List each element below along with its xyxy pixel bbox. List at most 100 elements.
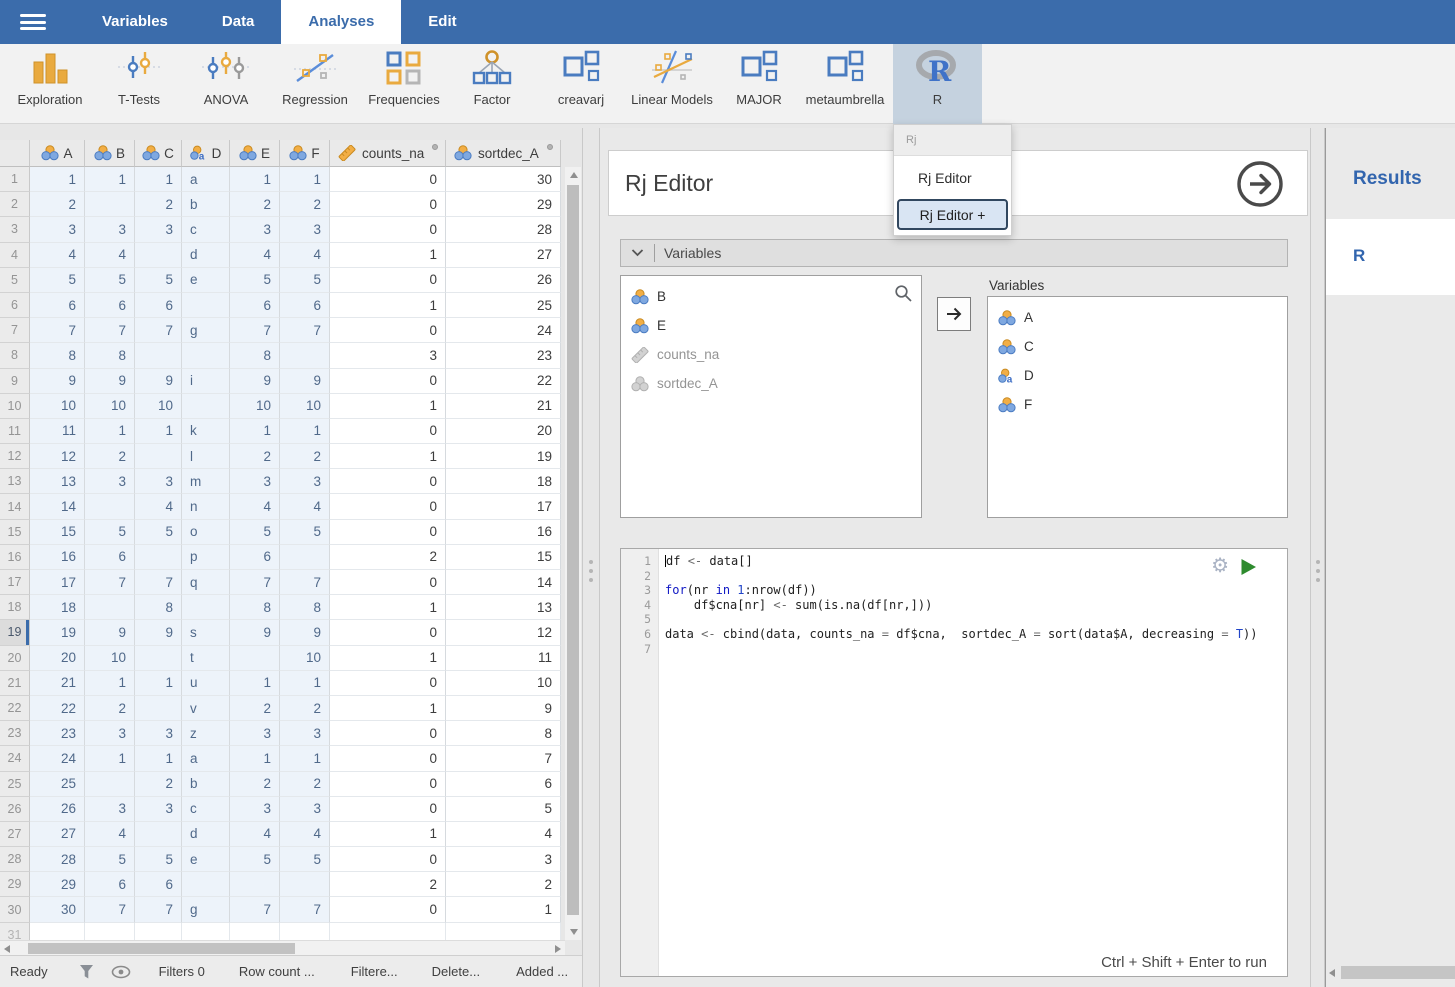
cell[interactable]: 23 [446, 343, 561, 368]
ribbon-button-anova[interactable]: ANOVA [184, 44, 268, 124]
cell[interactable]: 27 [30, 822, 85, 847]
cell[interactable]: 9 [280, 369, 330, 394]
hamburger-menu-icon[interactable] [20, 14, 46, 30]
ribbon-button-frequencies[interactable]: Frequencies [360, 44, 448, 124]
cell[interactable]: 2 [30, 192, 85, 217]
status-item[interactable]: Filters 0 [159, 964, 205, 979]
cell[interactable]: 6 [230, 545, 280, 570]
cell[interactable]: 9 [30, 369, 85, 394]
cell[interactable]: 3 [230, 721, 280, 746]
cell[interactable]: 1 [135, 671, 182, 696]
row-header-22[interactable]: 22 [0, 696, 30, 721]
cell[interactable]: 6 [85, 293, 135, 318]
cell[interactable]: 3 [135, 469, 182, 494]
search-icon[interactable] [894, 284, 913, 308]
cell[interactable]: 8 [230, 595, 280, 620]
variable-item-E[interactable]: E [621, 311, 921, 340]
cell[interactable] [135, 545, 182, 570]
cell[interactable]: 6 [135, 872, 182, 897]
scroll-left-arrow-icon[interactable] [4, 945, 10, 953]
cell[interactable]: 1 [230, 419, 280, 444]
column-header-A[interactable]: A [30, 140, 85, 167]
column-header-counts_na[interactable]: counts_na [330, 140, 446, 167]
cell[interactable]: 26 [446, 268, 561, 293]
cell[interactable]: 0 [330, 797, 446, 822]
cell[interactable]: 10 [280, 646, 330, 671]
cell[interactable]: 6 [135, 293, 182, 318]
variable-item-C[interactable]: C [988, 332, 1287, 361]
cell[interactable]: 1 [280, 419, 330, 444]
row-header-10[interactable]: 10 [0, 394, 30, 419]
row-header-1[interactable]: 1 [0, 167, 30, 192]
cell[interactable]: 0 [330, 520, 446, 545]
cell[interactable]: 5 [85, 847, 135, 872]
available-variables-list[interactable]: BEcounts_nasortdec_A [620, 275, 922, 518]
cell[interactable]: 8 [135, 595, 182, 620]
cell[interactable]: b [182, 772, 230, 797]
cell[interactable]: 7 [85, 897, 135, 922]
cell[interactable]: 13 [30, 469, 85, 494]
cell[interactable]: 0 [330, 419, 446, 444]
code-line-7[interactable] [665, 642, 1283, 657]
results-scroll-thumb[interactable] [1341, 966, 1455, 979]
cell[interactable]: 1 [330, 646, 446, 671]
cell[interactable]: 5 [135, 847, 182, 872]
cell[interactable]: 0 [330, 897, 446, 922]
cell[interactable]: 0 [330, 620, 446, 645]
cell[interactable] [135, 696, 182, 721]
cell[interactable]: 9 [280, 620, 330, 645]
horizontal-scrollbar[interactable] [0, 940, 565, 955]
cell[interactable]: 8 [30, 343, 85, 368]
row-header-13[interactable]: 13 [0, 469, 30, 494]
cell[interactable]: 22 [30, 696, 85, 721]
cell[interactable]: b [182, 192, 230, 217]
cell[interactable]: 7 [135, 570, 182, 595]
code-line-4[interactable]: df$cna[nr] <- sum(is.na(df[nr,])) [665, 598, 1283, 613]
row-header-18[interactable]: 18 [0, 595, 30, 620]
row-header-12[interactable]: 12 [0, 444, 30, 469]
column-header-F[interactable]: F [280, 140, 330, 167]
code-text[interactable]: df <- data[]for(nr in 1:nrow(df)) df$cna… [665, 554, 1283, 656]
cell[interactable]: q [182, 570, 230, 595]
cell[interactable]: 15 [30, 520, 85, 545]
cell[interactable]: 2 [330, 545, 446, 570]
cell[interactable]: 20 [30, 646, 85, 671]
cell[interactable]: 1 [280, 746, 330, 771]
cell[interactable]: 9 [446, 696, 561, 721]
row-header-3[interactable]: 3 [0, 217, 30, 242]
cell[interactable]: c [182, 797, 230, 822]
cell[interactable]: 19 [446, 444, 561, 469]
cell[interactable]: z [182, 721, 230, 746]
variables-section-toggle[interactable]: Variables [620, 239, 1288, 267]
cell[interactable]: n [182, 494, 230, 519]
cell[interactable]: 1 [230, 671, 280, 696]
cell[interactable]: 0 [330, 746, 446, 771]
code-line-2[interactable] [665, 569, 1283, 584]
cell[interactable]: 2 [280, 696, 330, 721]
column-header-D[interactable]: aD [182, 140, 230, 167]
cell[interactable]: 3 [85, 469, 135, 494]
cell[interactable]: 5 [280, 847, 330, 872]
cell[interactable]: 3 [85, 797, 135, 822]
cell[interactable]: 3 [230, 469, 280, 494]
target-variables-list[interactable]: ACaDF [987, 296, 1288, 518]
scroll-up-arrow-icon[interactable] [570, 172, 578, 178]
cell[interactable] [85, 772, 135, 797]
cell[interactable]: 4 [230, 822, 280, 847]
row-header-28[interactable]: 28 [0, 847, 30, 872]
cell[interactable]: o [182, 520, 230, 545]
cell[interactable]: 2 [230, 696, 280, 721]
cell[interactable]: 1 [446, 897, 561, 922]
cell[interactable]: 3 [85, 217, 135, 242]
cell[interactable] [182, 394, 230, 419]
cell[interactable]: 12 [446, 620, 561, 645]
left-panel-splitter[interactable] [582, 128, 600, 987]
cell[interactable]: 7 [280, 897, 330, 922]
cell[interactable] [135, 822, 182, 847]
cell[interactable]: 1 [330, 822, 446, 847]
variable-item-sortdec_A[interactable]: sortdec_A [621, 369, 921, 398]
code-line-1[interactable]: df <- data[] [665, 554, 1283, 569]
cell[interactable]: 0 [330, 671, 446, 696]
tab-data[interactable]: Data [195, 0, 282, 44]
cell[interactable]: 0 [330, 847, 446, 872]
